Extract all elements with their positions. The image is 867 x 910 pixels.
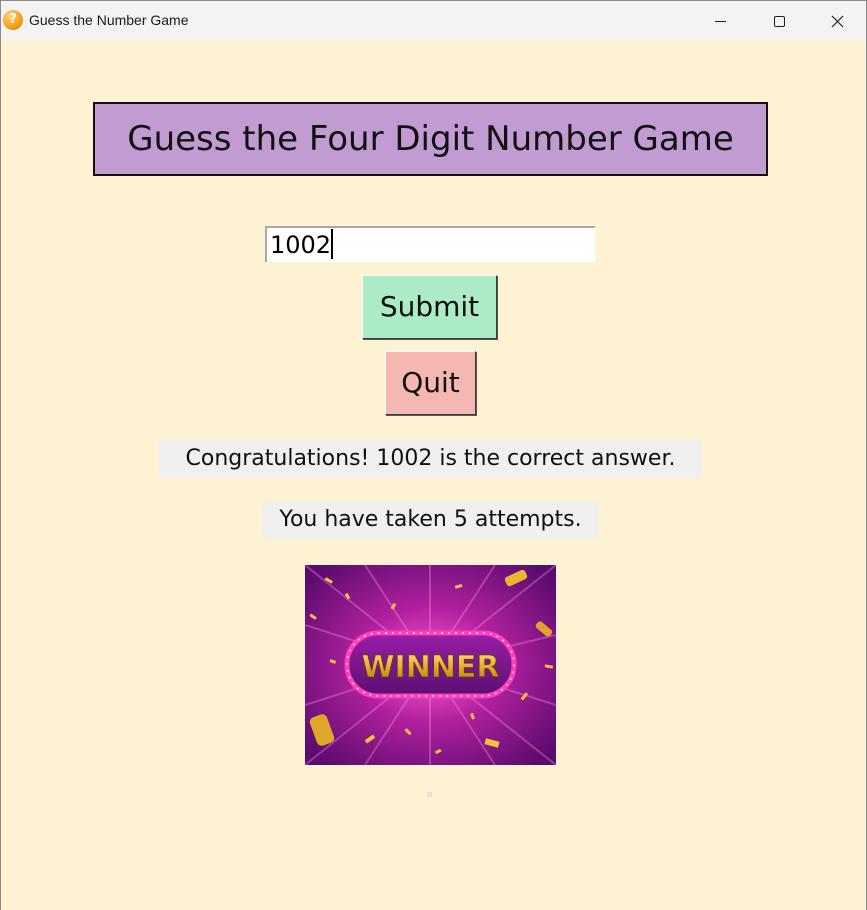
title-bar[interactable]: ? Guess the Number Game <box>1 0 866 41</box>
minimize-button[interactable] <box>691 1 749 41</box>
guess-input[interactable]: 1002 <box>265 226 595 262</box>
game-window: ? Guess the Number Game Guess the Four D… <box>0 0 867 910</box>
window-title: Guess the Number Game <box>29 12 189 28</box>
question-mark-icon: ? <box>3 10 23 30</box>
attempts-message: You have taken 5 attempts. <box>262 501 599 539</box>
page-title: Guess the Four Digit Number Game <box>93 102 768 176</box>
winner-image: WINNER <box>305 565 556 765</box>
winner-sign-text: WINNER <box>361 650 499 685</box>
minimize-icon <box>715 21 726 22</box>
text-caret <box>331 229 334 259</box>
close-button[interactable] <box>808 1 866 41</box>
submit-button[interactable]: Submit <box>362 275 497 339</box>
guess-input-value: 1002 <box>270 231 332 259</box>
decorative-dot <box>427 792 432 797</box>
close-icon <box>831 15 844 28</box>
result-message: Congratulations! 1002 is the correct ans… <box>159 440 702 478</box>
maximize-button[interactable] <box>749 1 807 41</box>
maximize-icon <box>774 16 785 27</box>
quit-button[interactable]: Quit <box>385 351 476 415</box>
